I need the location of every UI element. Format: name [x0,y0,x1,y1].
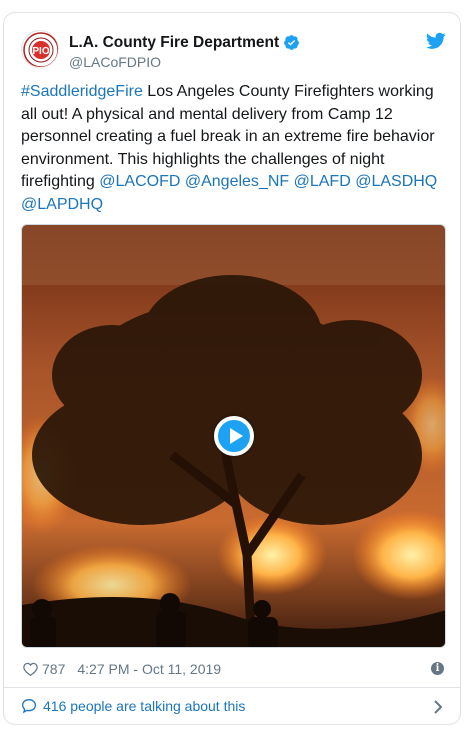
verified-badge-icon [284,35,300,50]
tweet-header: PIO L.A. County Fire Department @LACoFDP… [21,30,446,72]
avatar[interactable]: PIO [21,30,59,68]
heart-icon[interactable] [23,662,38,676]
tweet-text: #SaddleridgeFire Los Angeles County Fire… [21,81,446,216]
talking-about-text[interactable]: 416 people are talking about this [43,698,245,714]
avatar-text: PIO [32,46,49,57]
video-thumbnail[interactable] [21,224,446,648]
mention-link[interactable]: @LAFD [294,173,351,190]
handle[interactable]: @LACoFDPIO [69,53,300,71]
mention-link[interactable]: @LAPDHQ [21,196,103,213]
pio-seal-icon: PIO [23,32,58,67]
display-name-row: L.A. County Fire Department [69,33,300,52]
comment-bubble-icon [21,698,37,714]
chevron-right-icon [434,700,443,714]
author-names: L.A. County Fire Department @LACoFDPIO [69,33,300,71]
mention-link[interactable]: @Angeles_NF [185,173,289,190]
twitter-bird-icon[interactable] [426,32,446,50]
tweet-card: PIO L.A. County Fire Department @LACoFDP… [3,12,461,687]
like-count[interactable]: 787 [42,661,65,677]
mention-link[interactable]: @LACOFD [99,173,180,190]
tweet-timestamp[interactable]: 4:27 PM - Oct 11, 2019 [77,661,221,677]
mention-link[interactable]: @LASDHQ [355,173,437,190]
play-icon[interactable] [213,416,254,456]
hashtag-link[interactable]: #SaddleridgeFire [21,83,143,100]
info-icon[interactable]: i [431,662,444,675]
conversation-link[interactable]: 416 people are talking about this [3,687,461,725]
tweet-meta: 787 4:27 PM - Oct 11, 2019 i [23,659,444,679]
display-name[interactable]: L.A. County Fire Department [69,33,279,52]
